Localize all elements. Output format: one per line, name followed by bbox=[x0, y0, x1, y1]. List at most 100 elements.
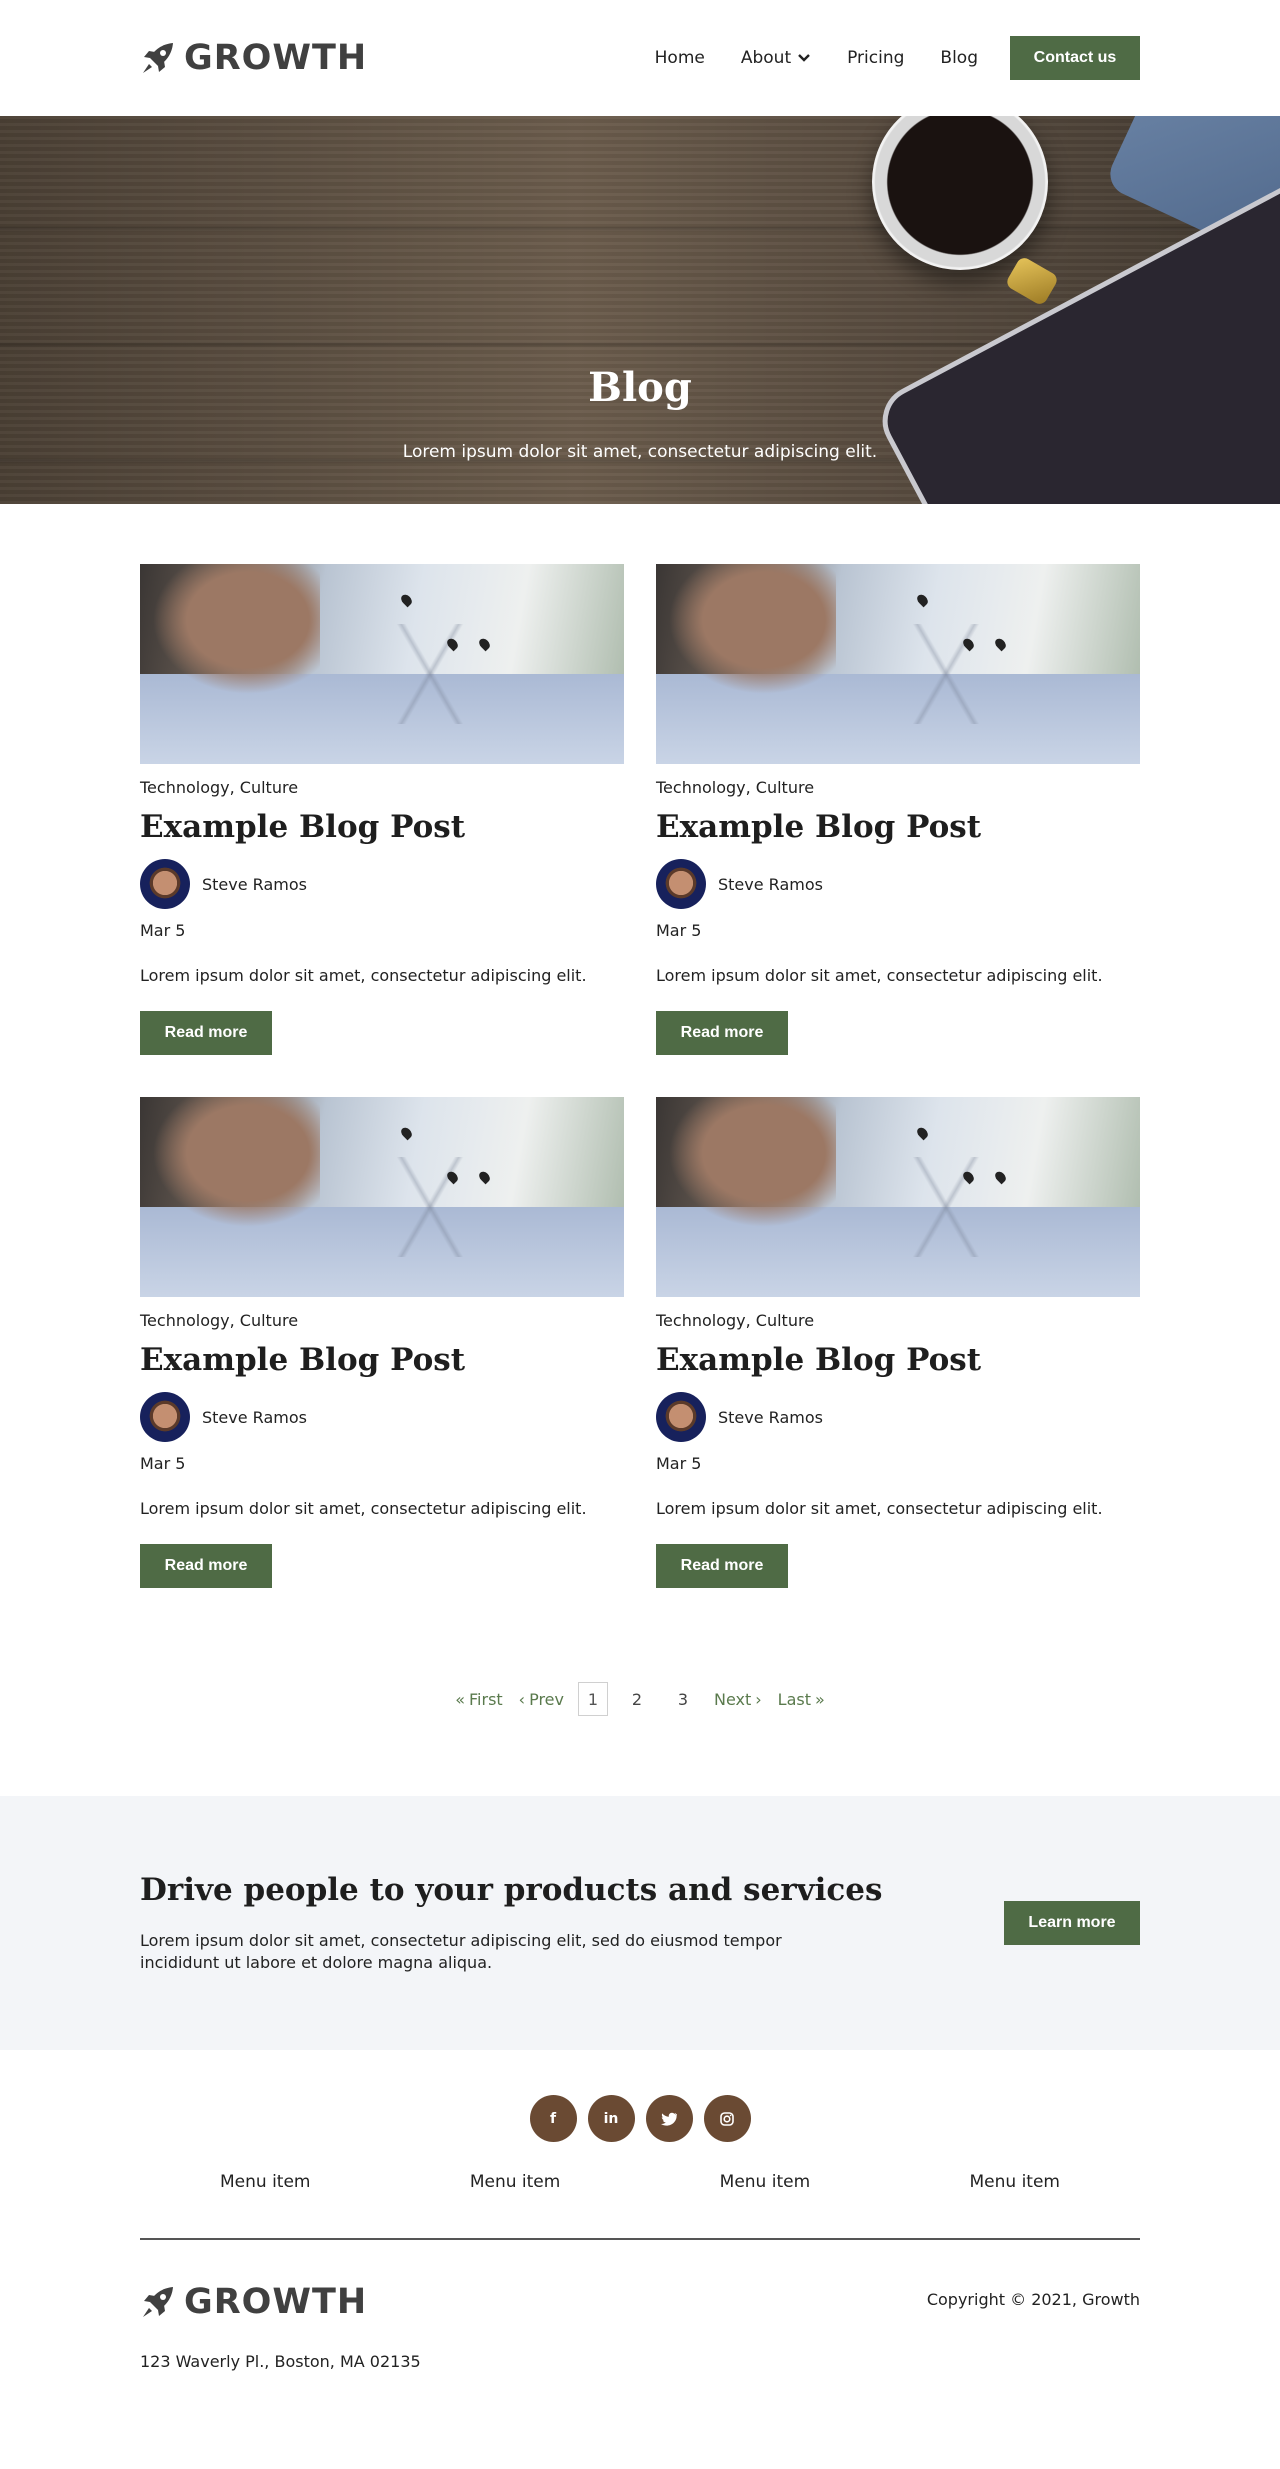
instagram-icon[interactable] bbox=[703, 2095, 751, 2142]
site-header: GROWTH Home About Pricing Blog Contact u… bbox=[0, 0, 1280, 116]
copyright: Copyright © 2021, Growth bbox=[926, 2290, 1140, 2309]
main-nav: Home About Pricing Blog Contact us bbox=[655, 36, 1140, 80]
avatar bbox=[656, 859, 706, 909]
footer-logo[interactable]: GROWTH bbox=[140, 2282, 367, 2322]
post-excerpt: Lorem ipsum dolor sit amet, consectetur … bbox=[140, 966, 587, 985]
cta-text: Lorem ipsum dolor sit amet, consectetur … bbox=[140, 1930, 782, 1972]
post-title[interactable]: Example Blog Post bbox=[140, 809, 624, 845]
hero-coffee-cup-image bbox=[872, 116, 1048, 270]
facebook-icon[interactable]: f bbox=[529, 2095, 577, 2142]
linkedin-icon[interactable]: in bbox=[587, 2095, 635, 2142]
footer-menu: Menu item Menu item Menu item Menu item bbox=[140, 2172, 1140, 2192]
hero-banner: Blog Lorem ipsum dolor sit amet, consect… bbox=[0, 116, 1280, 504]
chevron-left-icon: ‹ bbox=[518, 1689, 526, 1709]
pagination-next[interactable]: Next › bbox=[714, 1690, 762, 1709]
pagination-page-3[interactable]: 3 bbox=[671, 1690, 695, 1709]
post-author: Steve Ramos bbox=[140, 859, 624, 909]
post-categories[interactable]: Technology, Culture bbox=[140, 778, 624, 797]
footer-menu-item[interactable]: Menu item bbox=[720, 2172, 811, 2192]
nav-about-label: About bbox=[740, 48, 792, 68]
nav-pricing[interactable]: Pricing bbox=[847, 48, 904, 68]
post-title[interactable]: Example Blog Post bbox=[140, 1342, 624, 1378]
contact-button[interactable]: Contact us bbox=[1010, 36, 1140, 80]
pagination-page-2[interactable]: 2 bbox=[625, 1690, 649, 1709]
pagination-prev-label: Prev bbox=[529, 1689, 564, 1709]
nav-about[interactable]: About bbox=[741, 48, 811, 68]
hero-cup-handle bbox=[1004, 255, 1060, 307]
blog-post-card: Technology, Culture Example Blog Post St… bbox=[656, 564, 1140, 1055]
read-more-button[interactable]: Read more bbox=[140, 1011, 272, 1055]
post-date: Mar 5 bbox=[656, 1454, 702, 1473]
post-author: Steve Ramos bbox=[656, 1392, 1140, 1442]
post-thumbnail[interactable] bbox=[656, 564, 1140, 764]
logo-text: GROWTH bbox=[184, 38, 368, 78]
logo[interactable]: GROWTH bbox=[140, 38, 367, 78]
site-footer: f in Menu item Menu item Menu item Menu … bbox=[0, 2050, 1280, 2469]
cta-section: Drive people to your products and servic… bbox=[0, 1796, 1280, 2050]
post-categories[interactable]: Technology, Culture bbox=[140, 1311, 624, 1330]
rocket-icon bbox=[143, 43, 173, 73]
cta-title: Drive people to your products and servic… bbox=[140, 1871, 883, 1908]
post-date: Mar 5 bbox=[656, 921, 702, 940]
blog-post-card: Technology, Culture Example Blog Post St… bbox=[140, 564, 624, 1055]
instagram-glyph bbox=[720, 2111, 734, 2126]
post-author: Steve Ramos bbox=[656, 859, 1140, 909]
double-chevron-right-icon: » bbox=[815, 1689, 825, 1709]
blog-posts: Technology, Culture Example Blog Post St… bbox=[0, 504, 1280, 1716]
footer-bottom: GROWTH Copyright © 2021, Growth bbox=[140, 2282, 1140, 2322]
pagination: « First ‹ Prev 1 2 3 Next › Last » bbox=[140, 1682, 1140, 1716]
pagination-current-page[interactable]: 1 bbox=[577, 1682, 608, 1716]
footer-divider bbox=[140, 2238, 1140, 2240]
social-links: f in bbox=[0, 2095, 1280, 2142]
post-thumbnail[interactable] bbox=[140, 564, 624, 764]
author-name: Steve Ramos bbox=[718, 1407, 823, 1427]
page-title: Blog bbox=[588, 364, 692, 411]
post-thumbnail[interactable] bbox=[140, 1097, 624, 1297]
avatar bbox=[656, 1392, 706, 1442]
pagination-prev[interactable]: ‹ Prev bbox=[519, 1690, 564, 1709]
post-categories[interactable]: Technology, Culture bbox=[656, 1311, 1140, 1330]
post-date: Mar 5 bbox=[140, 1454, 186, 1473]
post-excerpt: Lorem ipsum dolor sit amet, consectetur … bbox=[140, 1499, 587, 1518]
pagination-last[interactable]: Last » bbox=[778, 1690, 825, 1709]
blog-post-card: Technology, Culture Example Blog Post St… bbox=[140, 1097, 624, 1588]
post-title[interactable]: Example Blog Post bbox=[656, 809, 1140, 845]
read-more-button[interactable]: Read more bbox=[656, 1544, 788, 1588]
blog-post-card: Technology, Culture Example Blog Post St… bbox=[656, 1097, 1140, 1588]
post-thumbnail[interactable] bbox=[656, 1097, 1140, 1297]
twitter-icon[interactable] bbox=[645, 2095, 693, 2142]
double-chevron-left-icon: « bbox=[455, 1689, 465, 1709]
pagination-next-label: Next bbox=[713, 1689, 752, 1709]
footer-address: 123 Waverly Pl., Boston, MA 02135 bbox=[140, 2352, 421, 2371]
post-title[interactable]: Example Blog Post bbox=[656, 1342, 1140, 1378]
pagination-first-label: First bbox=[469, 1689, 503, 1709]
avatar bbox=[140, 859, 190, 909]
nav-blog[interactable]: Blog bbox=[940, 48, 978, 68]
author-name: Steve Ramos bbox=[202, 1407, 307, 1427]
read-more-button[interactable]: Read more bbox=[140, 1544, 272, 1588]
post-author: Steve Ramos bbox=[140, 1392, 624, 1442]
chevron-right-icon: › bbox=[755, 1689, 762, 1709]
post-date: Mar 5 bbox=[140, 921, 186, 940]
avatar bbox=[140, 1392, 190, 1442]
cta-content: Drive people to your products and servic… bbox=[140, 1872, 883, 1975]
hero-subtitle: Lorem ipsum dolor sit amet, consectetur … bbox=[402, 442, 878, 462]
author-name: Steve Ramos bbox=[718, 874, 823, 894]
post-excerpt: Lorem ipsum dolor sit amet, consectetur … bbox=[656, 966, 1103, 985]
footer-menu-item[interactable]: Menu item bbox=[969, 2172, 1060, 2192]
learn-more-button[interactable]: Learn more bbox=[1004, 1901, 1140, 1945]
pagination-first[interactable]: « First bbox=[455, 1690, 502, 1709]
read-more-button[interactable]: Read more bbox=[656, 1011, 788, 1055]
footer-menu-item[interactable]: Menu item bbox=[220, 2172, 311, 2192]
footer-logo-text: GROWTH bbox=[184, 2282, 368, 2322]
post-excerpt: Lorem ipsum dolor sit amet, consectetur … bbox=[656, 1499, 1103, 1518]
twitter-bird-glyph bbox=[661, 2112, 677, 2126]
pagination-last-label: Last bbox=[777, 1689, 811, 1709]
author-name: Steve Ramos bbox=[202, 874, 307, 894]
post-categories[interactable]: Technology, Culture bbox=[656, 778, 1140, 797]
footer-menu-item[interactable]: Menu item bbox=[470, 2172, 561, 2192]
rocket-icon bbox=[143, 2287, 173, 2317]
chevron-down-icon bbox=[798, 54, 810, 62]
nav-home[interactable]: Home bbox=[655, 48, 705, 68]
post-grid: Technology, Culture Example Blog Post St… bbox=[140, 564, 1140, 1588]
